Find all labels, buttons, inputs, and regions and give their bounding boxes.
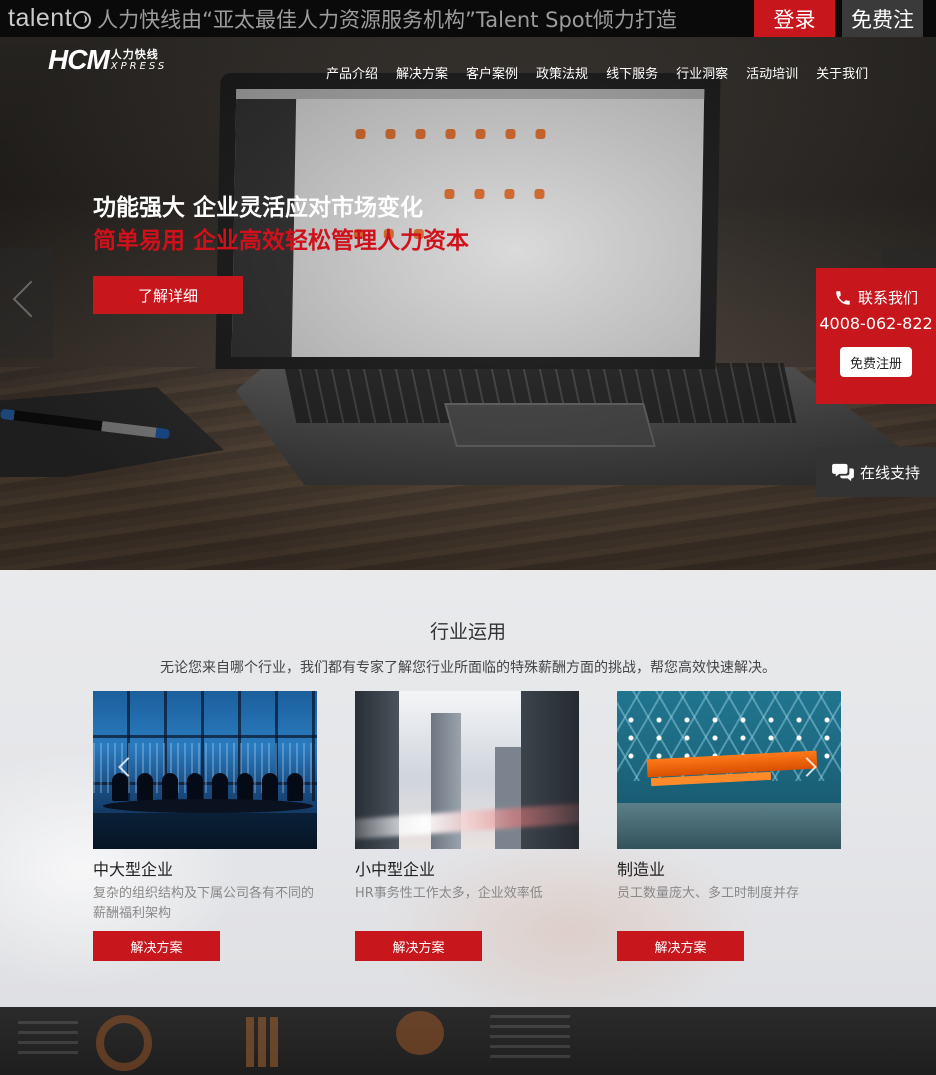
- logo-en-text: XPRESS: [110, 61, 168, 72]
- solution-button[interactable]: 解决方案: [93, 931, 220, 961]
- slider-prev-button[interactable]: [0, 248, 53, 358]
- nav-item-solutions[interactable]: 解决方案: [396, 63, 448, 82]
- nav-item-policy[interactable]: 政策法规: [536, 63, 588, 82]
- card-description: 复杂的组织结构及下属公司各有不同的薪酬福利架构: [93, 886, 315, 921]
- logo-main-text: HCM: [48, 44, 110, 75]
- online-support-button[interactable]: 在线支持: [816, 447, 936, 497]
- card-description: 员工数量庞大、多工时制度并存: [617, 886, 800, 901]
- hero-headline: 功能强大 企业灵活应对市场变化: [93, 195, 424, 221]
- nav-item-cases[interactable]: 客户案例: [466, 63, 518, 82]
- solution-button[interactable]: 解决方案: [617, 931, 744, 961]
- talent-logo-text: talent: [8, 4, 73, 32]
- industry-card-sme: 小中型企业 HR事务性工作太多，企业效率低 解决方案: [355, 691, 579, 961]
- nav-item-offline[interactable]: 线下服务: [606, 63, 658, 82]
- nav-item-products[interactable]: 产品介绍: [326, 63, 378, 82]
- card-description: HR事务性工作太多，企业效率低: [355, 886, 543, 901]
- contact-phone-number[interactable]: 4008-062-822: [816, 314, 936, 333]
- main-nav: 产品介绍 解决方案 客户案例 政策法规 线下服务 行业洞察 活动培训 关于我们: [326, 63, 868, 82]
- free-register-button[interactable]: 免费注: [842, 0, 923, 37]
- phone-icon: [836, 290, 850, 305]
- industry-description: 无论您来自哪个行业，我们都有专家了解您行业所面临的特殊薪酬方面的挑战，帮您高效快…: [160, 660, 776, 676]
- top-slogan: 人力快线由“亚太最佳人力资源服务机构”Talent Spot倾力打造: [97, 7, 677, 32]
- card-title: 制造业: [617, 860, 666, 879]
- hcm-xpress-logo[interactable]: HCM 人力快线 XPRESS: [48, 46, 167, 74]
- logo-cn-text: 人力快线: [110, 48, 159, 61]
- hero-banner: HCM 人力快线 XPRESS 产品介绍 解决方案 客户案例 政策法规 线下服务…: [0, 37, 936, 570]
- industry-card-large-enterprise: 中大型企业 复杂的组织结构及下属公司各有不同的薪酬福利架构 解决方案: [93, 691, 317, 961]
- online-support-label: 在线支持: [859, 463, 920, 482]
- nav-item-about[interactable]: 关于我们: [816, 63, 868, 82]
- login-button[interactable]: 登录: [754, 0, 835, 37]
- next-section-preview: [0, 1007, 936, 1075]
- city-buildings-image: [355, 691, 579, 849]
- chat-icon: [832, 463, 854, 482]
- card-title: 中大型企业: [93, 860, 174, 879]
- industry-title: 行业运用: [429, 621, 506, 643]
- learn-more-button[interactable]: 了解详细: [93, 276, 243, 314]
- industry-section: 行业运用 无论您来自哪个行业，我们都有专家了解您行业所面临的特殊薪酬方面的挑战，…: [0, 570, 936, 1007]
- contact-title: 联系我们: [857, 289, 918, 307]
- card-title: 小中型企业: [355, 860, 436, 879]
- solution-button[interactable]: 解决方案: [355, 931, 482, 961]
- talent-logo-icon: [73, 10, 92, 29]
- industry-card-manufacturing: 制造业 员工数量庞大、多工时制度并存 解决方案: [617, 691, 841, 961]
- contact-panel: 联系我们 4008-062-822 免费注册: [816, 268, 936, 404]
- sidebar-register-button[interactable]: 免费注册: [840, 347, 912, 377]
- nav-item-training[interactable]: 活动培训: [746, 63, 798, 82]
- nav-item-insights[interactable]: 行业洞察: [676, 63, 728, 82]
- talent-spot-logo[interactable]: talent: [8, 4, 92, 33]
- top-bar: talent 人力快线由“亚太最佳人力资源服务机构”Talent Spot倾力打…: [0, 0, 936, 37]
- hero-subheadline: 简单易用 企业高效轻松管理人力资本: [93, 228, 470, 254]
